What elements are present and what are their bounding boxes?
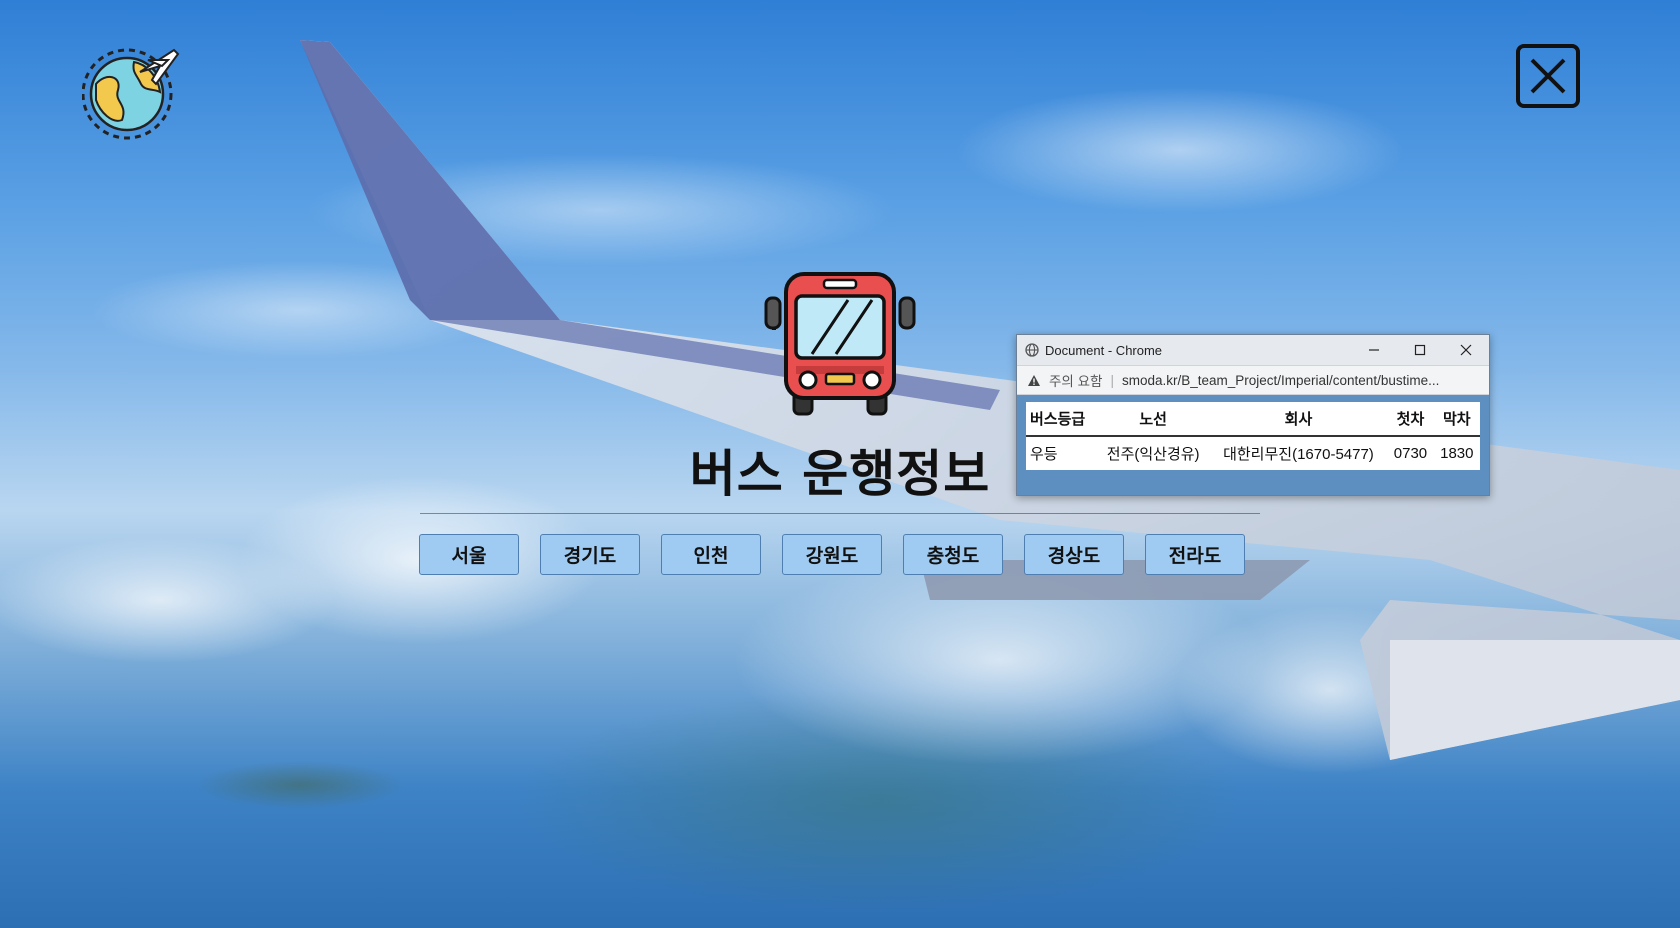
cell-route: 전주(익산경유): [1106, 446, 1200, 463]
column-header-grade: 버스등급: [1026, 402, 1097, 437]
popup-address-bar[interactable]: 주의 요함 | smoda.kr/B_team_Project/Imperial…: [1017, 365, 1489, 395]
close-icon: [1530, 58, 1566, 94]
maximize-icon: [1414, 344, 1426, 356]
title-divider: [420, 513, 1260, 514]
cell-first-bus: 0730: [1393, 445, 1428, 462]
popup-titlebar[interactable]: Document - Chrome: [1017, 335, 1489, 365]
cell-grade: 우등: [1030, 446, 1058, 463]
region-button-gyeonggi[interactable]: 경기도: [540, 534, 640, 575]
popup-window: Document - Chrome 주의 요함 | smoda.kr/B_tea…: [1016, 334, 1490, 496]
page-title: 버스 운행정보: [689, 445, 991, 503]
cell-last-bus: 1830: [1440, 445, 1474, 462]
popup-window-title: Document - Chrome: [1045, 342, 1163, 358]
globe-airplane-icon[interactable]: [81, 42, 182, 142]
region-button-jeolla[interactable]: 전라도: [1145, 534, 1245, 575]
region-button-seoul[interactable]: 서울: [419, 534, 519, 575]
column-header-first-bus: 첫차: [1387, 402, 1434, 437]
security-label: 주의 요함: [1049, 374, 1103, 389]
region-button-gangwon[interactable]: 강원도: [782, 534, 882, 575]
window-close-button[interactable]: [1443, 335, 1489, 365]
minimize-icon: [1369, 349, 1379, 351]
region-button-incheon[interactable]: 인천: [661, 534, 761, 575]
bus-icon: [764, 268, 916, 420]
maximize-button[interactable]: [1397, 335, 1443, 365]
cell-company: 대한리무진(1670-5477): [1223, 446, 1374, 463]
chrome-globe-icon: [1025, 343, 1039, 357]
table-row: 우등 전주(익산경유) 대한리무진(1670-5477) 0730 1830: [1026, 436, 1480, 470]
bus-schedule-table: 버스등급 노선 회사 첫차 막차 우등 전주(익산경유) 대한리무진(1670-…: [1026, 402, 1480, 470]
popup-url: smoda.kr/B_team_Project/Imperial/content…: [1121, 372, 1440, 388]
column-header-route: 노선: [1096, 402, 1210, 437]
window-close-icon: [1460, 344, 1472, 356]
warning-icon: [1028, 374, 1040, 386]
column-header-last-bus: 막차: [1433, 402, 1480, 437]
column-header-company: 회사: [1209, 402, 1388, 437]
minimize-button[interactable]: [1351, 335, 1397, 365]
region-button-group: 서울 경기도 인천 강원도 충청도 경상도 전라도: [419, 534, 1245, 575]
region-button-chungcheong[interactable]: 충청도: [903, 534, 1003, 575]
close-button[interactable]: [1516, 44, 1580, 108]
url-separator: |: [1110, 372, 1114, 388]
region-button-gyeongsang[interactable]: 경상도: [1024, 534, 1124, 575]
table-header-row: 버스등급 노선 회사 첫차 막차: [1026, 402, 1480, 437]
